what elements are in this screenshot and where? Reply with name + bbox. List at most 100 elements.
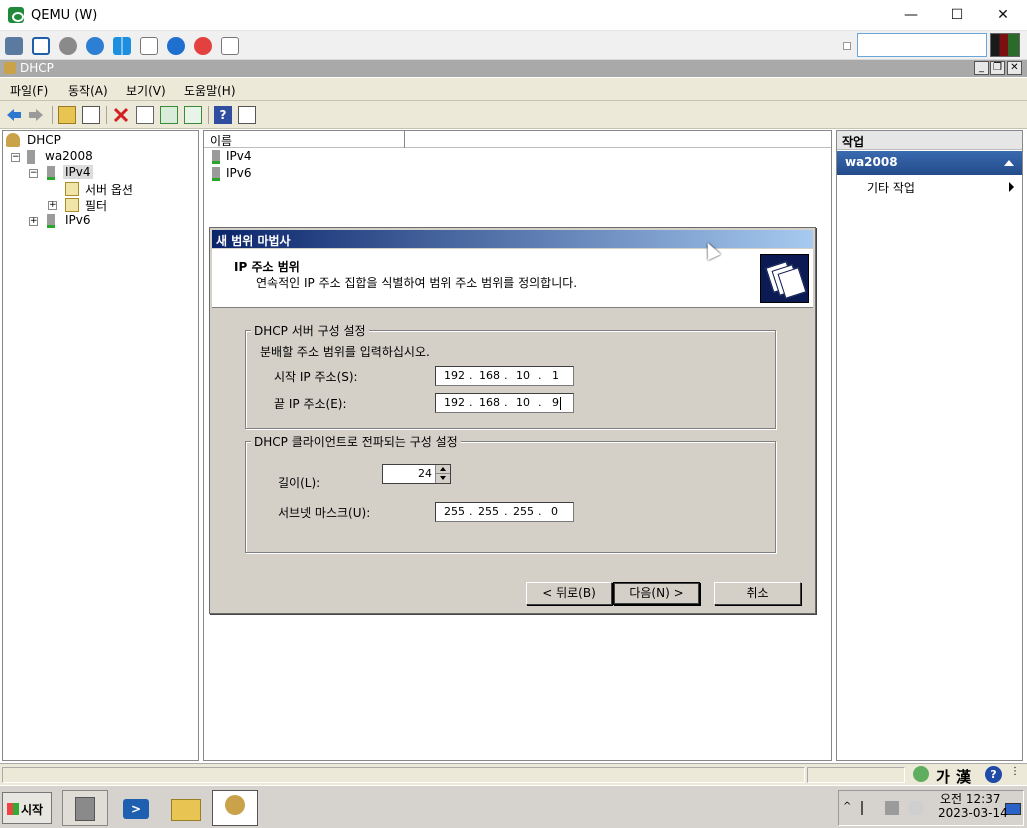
- length-spinner[interactable]: 24: [382, 464, 451, 484]
- clock-time[interactable]: 오전 12:37: [940, 790, 1000, 807]
- list-item-ipv4[interactable]: IPv4: [226, 149, 252, 163]
- list-item-ipv6[interactable]: IPv6: [226, 166, 252, 180]
- network-icon[interactable]: [5, 37, 23, 55]
- ime-help-icon[interactable]: ?: [985, 766, 1002, 783]
- mmc-title-bar: DHCP: [0, 60, 1027, 77]
- export-list-icon[interactable]: [184, 106, 202, 124]
- ime-hanja-toggle[interactable]: 漢: [956, 766, 971, 787]
- ipv6-icon: [212, 167, 220, 181]
- column-name-header[interactable]: 이름: [210, 132, 232, 149]
- next-button[interactable]: 다음(N) >: [613, 582, 700, 605]
- toolbar-checkbox[interactable]: [843, 42, 851, 50]
- windows-flag-icon: [7, 803, 19, 815]
- tree-item-dhcp[interactable]: DHCP: [27, 133, 61, 147]
- windows-icon[interactable]: [113, 37, 131, 55]
- tree-item-server[interactable]: wa2008: [45, 149, 93, 163]
- info-icon[interactable]: [167, 37, 185, 55]
- back-button[interactable]: < 뒤로(B): [526, 582, 612, 605]
- status-bar: 가 漢 ? ⋮: [0, 763, 1027, 787]
- dhcp-root-icon: [6, 133, 20, 147]
- network-tray-icon[interactable]: [885, 801, 899, 815]
- keyboard-icon[interactable]: [140, 37, 158, 55]
- ipv6-icon: [47, 214, 55, 228]
- refresh-list-icon[interactable]: [160, 106, 178, 124]
- dhcp-icon: [4, 62, 16, 74]
- menu-view[interactable]: 보기(V): [126, 82, 166, 99]
- ipv4-icon: [212, 150, 220, 164]
- taskbar-explorer[interactable]: [162, 790, 208, 826]
- back-icon[interactable]: [5, 106, 23, 124]
- collapse-arrow-icon[interactable]: [1004, 160, 1014, 166]
- screenshot-icon[interactable]: [221, 37, 239, 55]
- spin-up-icon[interactable]: [440, 467, 446, 471]
- server-options-icon: [65, 182, 79, 196]
- start-ip-input[interactable]: 192 . 168 . 10 . 1: [435, 366, 574, 386]
- end-ip-octet-4: 9: [552, 396, 559, 409]
- volume-muted-icon[interactable]: [909, 801, 923, 815]
- server-config-group-title: DHCP 서버 구성 설정: [251, 322, 369, 339]
- toolbar-search-input[interactable]: [857, 33, 987, 57]
- minimize-button[interactable]: —: [888, 0, 934, 31]
- qemu-app-icon: [8, 7, 24, 23]
- show-hidden-icons-icon[interactable]: ^: [843, 801, 851, 812]
- spinner-arrows[interactable]: [435, 465, 450, 483]
- text-caret: [560, 397, 561, 410]
- cancel-button[interactable]: 취소: [714, 582, 801, 605]
- collapse-icon[interactable]: −: [11, 153, 20, 162]
- ime-options-icon[interactable]: ⋮: [1010, 766, 1020, 783]
- refresh-icon[interactable]: [86, 37, 104, 55]
- column-splitter[interactable]: [404, 131, 405, 148]
- more-actions-item[interactable]: 기타 작업: [867, 179, 915, 196]
- close-button[interactable]: ✕: [980, 0, 1026, 31]
- help-icon[interactable]: ?: [214, 106, 232, 124]
- expand-icon[interactable]: +: [29, 217, 38, 226]
- show-action-pane-icon[interactable]: [238, 106, 256, 124]
- clock-date[interactable]: 2023-03-14: [938, 806, 1008, 820]
- actions-selected-item[interactable]: wa2008: [837, 151, 1022, 175]
- actions-pane: 작업 wa2008 기타 작업: [836, 130, 1023, 761]
- subnet-mask-input[interactable]: 255 . 255 . 255 . 0: [435, 502, 574, 522]
- taskbar-dhcp[interactable]: [212, 790, 258, 826]
- start-ip-label: 시작 IP 주소(S):: [274, 370, 358, 384]
- mmc-title: DHCP: [20, 61, 54, 75]
- taskbar-powershell[interactable]: >: [112, 790, 158, 826]
- delete-icon[interactable]: [112, 106, 130, 124]
- up-folder-icon[interactable]: [58, 106, 76, 124]
- menu-action[interactable]: 동작(A): [68, 82, 108, 99]
- properties-icon[interactable]: [136, 106, 154, 124]
- tree-item-server-options[interactable]: 서버 옵션: [85, 181, 133, 198]
- taskbar: 시작 > ^: [0, 785, 1027, 828]
- start-ip-octet-2: 168: [479, 369, 500, 382]
- mdi-restore-button[interactable]: ❐: [990, 61, 1005, 75]
- server-icon: [27, 150, 35, 164]
- start-button[interactable]: 시작: [2, 792, 52, 824]
- ime-hangul-toggle[interactable]: 가: [936, 766, 950, 787]
- ime-icon[interactable]: [913, 766, 929, 782]
- status-cell-2: [807, 767, 905, 783]
- action-center-flag-icon[interactable]: [861, 801, 875, 815]
- display-thumbnail[interactable]: [990, 33, 1020, 57]
- collapse-icon[interactable]: −: [29, 169, 38, 178]
- wizard-banner: IP 주소 범위 연속적인 IP 주소 집합을 식별하여 범위 주소 범위를 정…: [212, 249, 813, 308]
- mdi-minimize-button[interactable]: _: [974, 61, 989, 75]
- fullscreen-icon[interactable]: [32, 37, 50, 55]
- gear-icon[interactable]: [59, 37, 77, 55]
- maximize-button[interactable]: ☐: [934, 0, 980, 31]
- expand-icon[interactable]: +: [48, 201, 57, 210]
- menu-help[interactable]: 도움말(H): [184, 82, 236, 99]
- status-cell-main: [2, 767, 805, 783]
- submenu-arrow-icon: [1009, 182, 1014, 192]
- show-hide-tree-icon[interactable]: [82, 106, 100, 124]
- spin-down-icon[interactable]: [440, 476, 446, 480]
- tree-item-ipv6[interactable]: IPv6: [65, 213, 91, 227]
- forward-icon[interactable]: [27, 106, 45, 124]
- stop-icon[interactable]: [194, 37, 212, 55]
- tree-item-ipv4[interactable]: IPv4: [63, 165, 93, 179]
- mdi-close-button[interactable]: ✕: [1007, 61, 1022, 75]
- tree-item-filters[interactable]: 필터: [85, 197, 107, 214]
- menu-file[interactable]: 파일(F): [10, 82, 48, 99]
- toolbar-separator: [52, 106, 53, 124]
- taskbar-server-manager[interactable]: [62, 790, 108, 826]
- subnet-octet-2: 255: [478, 505, 499, 518]
- end-ip-input[interactable]: 192 . 168 . 10 . 9: [435, 393, 574, 413]
